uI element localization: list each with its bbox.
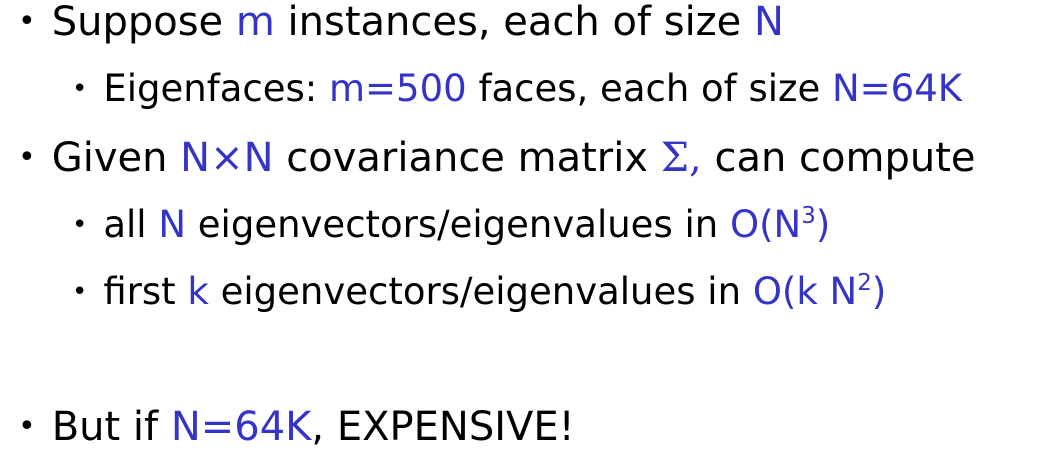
highlight-text: ) [815, 203, 831, 246]
bullet-but-if-expensive: • But if N=64K, EXPENSIVE! [18, 407, 575, 447]
line-text: But if [51, 404, 171, 450]
bullet-dot: • [18, 140, 36, 175]
line-text: instances, each of size [274, 0, 755, 45]
highlight-text: N [754, 0, 784, 45]
line-text: faces, each of size [466, 67, 832, 110]
highlight-text: m [235, 0, 275, 45]
highlight-text: O(N [729, 203, 802, 246]
line-text: Eigenfaces: [103, 67, 330, 110]
line-text: Given [51, 135, 181, 181]
highlight-text: O(k N [752, 270, 858, 313]
highlight-text: k [187, 270, 209, 313]
bullet-all-eigenvectors: • all N eigenvectors/eigenvalues in O(N3) [72, 202, 831, 246]
line-text: first [103, 270, 188, 313]
bullet-dot: • [72, 277, 88, 307]
line-text: can compute [701, 135, 976, 181]
slide: • Suppose m instances, each of size N • Ei… [0, 0, 1064, 454]
superscript-text: 2 [857, 269, 872, 296]
highlight-text: N [158, 203, 187, 246]
bullet-dot: • [18, 409, 36, 444]
highlight-text: N=64K [170, 404, 312, 450]
bullet-dot: • [72, 210, 88, 240]
highlight-text: ) [871, 270, 887, 313]
highlight-text: N=64K [831, 67, 963, 110]
line-text: eigenvectors/eigenvalues in [208, 270, 753, 313]
line-text: Suppose [51, 0, 236, 45]
line-text: all [103, 203, 159, 246]
line-text: , EXPENSIVE! [311, 404, 575, 450]
highlight-text: N×N [180, 135, 274, 181]
bullet-suppose: • Suppose m instances, each of size N [18, 2, 784, 42]
line-text: covariance matrix [273, 135, 661, 181]
highlight-text: Σ, [660, 135, 702, 181]
highlight-text: m=500 [329, 67, 467, 110]
line-text: eigenvectors/eigenvalues in [186, 203, 730, 246]
bullet-given-covariance: • Given N×N covariance matrix Σ, can comp… [18, 138, 976, 178]
bullet-dot: • [72, 74, 88, 104]
bullet-first-k-eigenvectors: • first k eigenvectors/eigenvalues in O(k… [72, 269, 887, 313]
bullet-dot: • [18, 4, 36, 39]
superscript-text: 3 [801, 202, 816, 229]
bullet-eigenfaces: • Eigenfaces: m=500 faces, each of size N… [72, 70, 962, 107]
